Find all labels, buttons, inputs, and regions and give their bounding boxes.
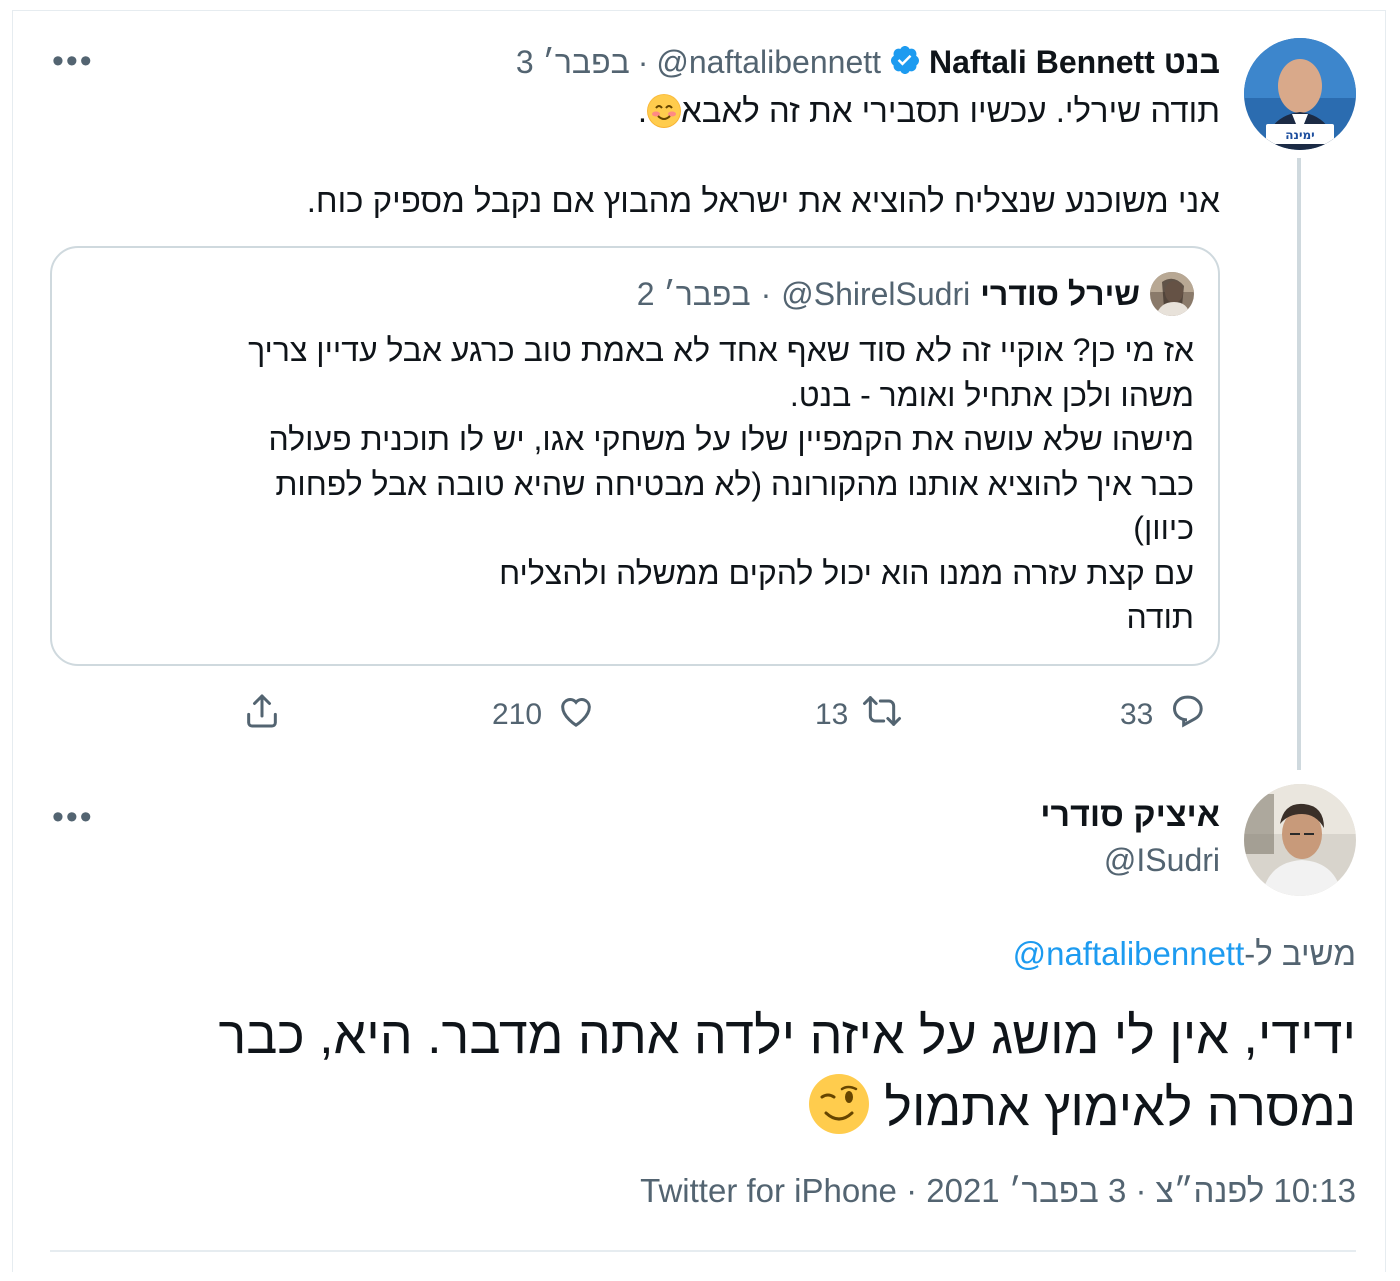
smiling-emoji-icon [647, 94, 682, 128]
tweet-text-line2: אני משוכנע שנצליח להוציא את ישראל מהבוץ … [306, 182, 1220, 219]
thread-connector-line [1297, 158, 1301, 770]
tweet-date[interactable]: 3 בפבר׳ [516, 44, 630, 81]
replying-to-prefix: משיב ל- [1244, 935, 1356, 972]
tweet-text-line1-period: . [637, 92, 648, 129]
svg-text:ימינה: ימינה [1285, 128, 1314, 142]
author-handle[interactable]: @ISudri [1104, 842, 1220, 879]
avatar-naftali-bennett[interactable]: ימינה [1244, 38, 1356, 150]
quoted-author-handle: @ShirelSudri [781, 275, 971, 312]
reply-icon [1167, 691, 1207, 739]
tweet-header: Naftali Bennett בנט @naftalibennett · 3 … [516, 40, 1220, 84]
quoted-tweet-card[interactable]: שירל סודרי @ShirelSudri · 2 בפבר׳ אז מי … [50, 246, 1220, 666]
verified-badge-icon [889, 44, 921, 81]
tweet-text-line1: תודה שירלי. עכשיו תסבירי את זה לאבא . [638, 88, 1220, 134]
quoted-tweet-text: אז מי כן? אוקיי זה לא סוד שאף אחד לא באמ… [248, 332, 1194, 635]
quoted-author-avatar [1150, 272, 1194, 316]
winking-face-emoji-icon [808, 1073, 870, 1135]
share-action[interactable] [242, 690, 282, 740]
tweet-time[interactable]: 10:13 לפנה״צ [1156, 1172, 1356, 1209]
author-handle[interactable]: @naftalibennett [656, 44, 881, 81]
share-icon [242, 691, 282, 739]
retweet-action[interactable]: 13 [815, 690, 902, 740]
separator-dot: · [1135, 1172, 1147, 1209]
retweet-count: 13 [815, 698, 849, 731]
quoted-author-name: שירל סודרי [980, 275, 1140, 312]
like-action[interactable]: 210 [492, 690, 596, 740]
retweet-icon [862, 691, 902, 739]
main-tweet-text-line1: ידידי, אין לי מושג על איזה ילדה אתה מדבר… [218, 1007, 1356, 1065]
more-options-icon[interactable]: ••• [52, 800, 94, 834]
reply-count: 33 [1120, 698, 1154, 731]
more-options-icon[interactable]: ••• [52, 44, 94, 78]
author-name[interactable]: Naftali Bennett בנט [929, 44, 1220, 81]
tweet-text-line1-content: תודה שירלי. עכשיו תסבירי את זה לאבא [681, 92, 1220, 129]
tweet-full-date[interactable]: 3 בפבר׳ 2021 [926, 1172, 1126, 1209]
avatar-itzik-sudri[interactable] [1244, 784, 1356, 896]
heart-icon [556, 691, 596, 739]
separator-dot: · [906, 1172, 918, 1209]
separator-dot: · [760, 275, 772, 312]
replying-to-link[interactable]: @naftalibennett [1013, 935, 1245, 972]
author-name[interactable]: איציק סודרי [1040, 796, 1220, 835]
separator-dot: · [637, 43, 649, 80]
like-count: 210 [492, 698, 543, 731]
replying-to: משיב ל-@naftalibennett [1013, 935, 1356, 973]
tweet-source[interactable]: Twitter for iPhone [640, 1172, 897, 1209]
tweet-meta: 10:13 לפנה״צ · 3 בפבר׳ 2021 · Twitter fo… [640, 1172, 1356, 1210]
reply-action[interactable]: 33 [1120, 690, 1207, 740]
quoted-tweet-header: שירל סודרי @ShirelSudri · 2 בפבר׳ [637, 272, 1194, 316]
divider [50, 1250, 1356, 1252]
quoted-tweet-date: 2 בפבר׳ [636, 275, 751, 312]
main-tweet-text: ידידי, אין לי מושג על איזה ילדה אתה מדבר… [56, 1000, 1356, 1144]
main-tweet-text-line2: נמסרה לאימוץ אתמול [884, 1079, 1356, 1137]
main-tweet-text-line2-wrap: נמסרה לאימוץ אתמול [56, 1072, 1356, 1144]
